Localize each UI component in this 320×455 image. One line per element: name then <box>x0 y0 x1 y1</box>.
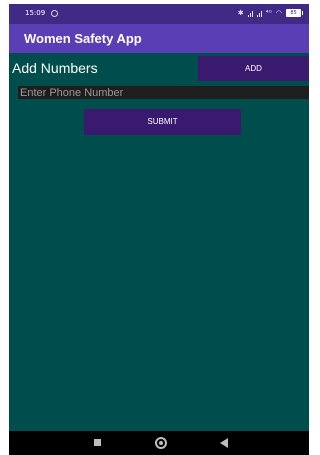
status-icons: ✱ ⁴ᴳ ◠ 85 <box>237 9 303 17</box>
clock-icon <box>51 10 58 17</box>
phone-number-input[interactable] <box>18 86 309 99</box>
recents-icon[interactable] <box>94 439 101 446</box>
navigation-bar <box>9 431 309 455</box>
back-icon[interactable] <box>220 438 228 448</box>
submit-button[interactable]: SUBMIT <box>84 109 241 135</box>
app-title: Women Safety App <box>24 31 142 46</box>
app-screen: 15:09 ✱ ⁴ᴳ ◠ 85 Women Safety App Add Num… <box>9 4 309 455</box>
bluetooth-icon: ✱ <box>237 9 244 17</box>
signal-icon <box>256 10 262 17</box>
status-bar: 15:09 ✱ ⁴ᴳ ◠ 85 <box>9 4 309 24</box>
add-numbers-label: Add Numbers <box>12 60 98 76</box>
status-time: 15:09 <box>25 9 46 17</box>
volte-icon: ⁴ᴳ <box>265 9 272 17</box>
signal-icon <box>247 10 253 17</box>
wifi-icon: ◠ <box>275 9 282 17</box>
battery-icon: 85 <box>286 9 303 17</box>
add-button[interactable]: ADD <box>198 56 309 81</box>
home-icon[interactable] <box>155 437 167 449</box>
app-bar: Women Safety App <box>9 24 309 53</box>
